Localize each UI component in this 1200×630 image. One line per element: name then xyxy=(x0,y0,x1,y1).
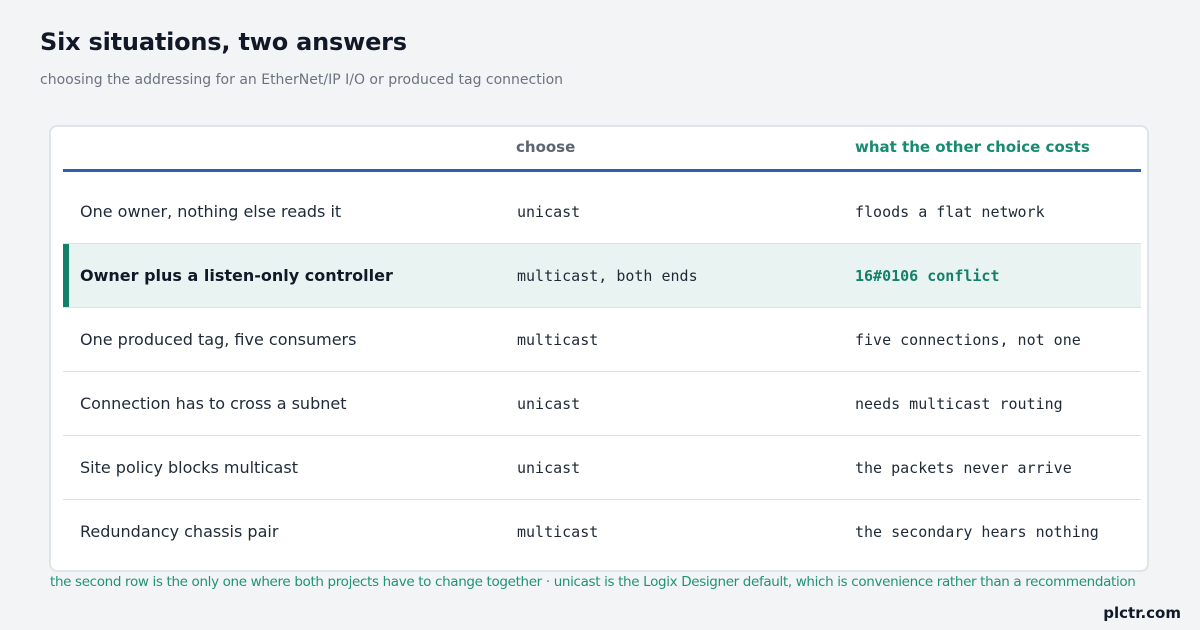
situation-cell: Connection has to cross a subnet xyxy=(80,394,347,413)
cost-cell: needs multicast routing xyxy=(855,395,1063,413)
table-row-highlighted: Owner plus a listen-only controller mult… xyxy=(63,244,1141,308)
choose-cell: unicast xyxy=(517,203,581,221)
situation-cell: One produced tag, five consumers xyxy=(80,330,357,349)
situation-cell: One owner, nothing else reads it xyxy=(80,202,342,221)
table-header: choose what the other choice costs xyxy=(63,127,1141,172)
page-subtitle: choosing the addressing for an EtherNet/… xyxy=(40,72,564,88)
decision-table: choose what the other choice costs One o… xyxy=(49,125,1149,572)
table-row: One owner, nothing else reads it unicast… xyxy=(63,180,1141,244)
choose-cell: unicast xyxy=(517,459,581,477)
situation-cell: Redundancy chassis pair xyxy=(80,522,279,541)
choose-cell: multicast, both ends xyxy=(517,267,698,285)
situation-cell: Site policy blocks multicast xyxy=(80,458,298,477)
table-row: Site policy blocks multicast unicast the… xyxy=(63,436,1141,500)
cost-cell: the packets never arrive xyxy=(855,459,1072,477)
table-row: Redundancy chassis pair multicast the se… xyxy=(63,500,1141,564)
page-title: Six situations, two answers xyxy=(40,28,407,56)
choose-cell: multicast xyxy=(517,331,599,349)
cost-cell: 16#0106 conflict xyxy=(855,267,1000,285)
footnote: the second row is the only one where bot… xyxy=(50,574,1136,590)
cost-cell: five connections, not one xyxy=(855,331,1081,349)
header-choose: choose xyxy=(516,138,576,156)
choose-cell: multicast xyxy=(517,523,599,541)
highlight-bar xyxy=(63,244,69,307)
table-row: Connection has to cross a subnet unicast… xyxy=(63,372,1141,436)
choose-cell: unicast xyxy=(517,395,581,413)
cost-cell: floods a flat network xyxy=(855,203,1045,221)
brand-logo: plctr.com xyxy=(1103,604,1181,622)
table-row: One produced tag, five consumers multica… xyxy=(63,308,1141,372)
cost-cell: the secondary hears nothing xyxy=(855,523,1099,541)
header-cost: what the other choice costs xyxy=(855,138,1090,156)
situation-cell: Owner plus a listen-only controller xyxy=(80,266,393,285)
